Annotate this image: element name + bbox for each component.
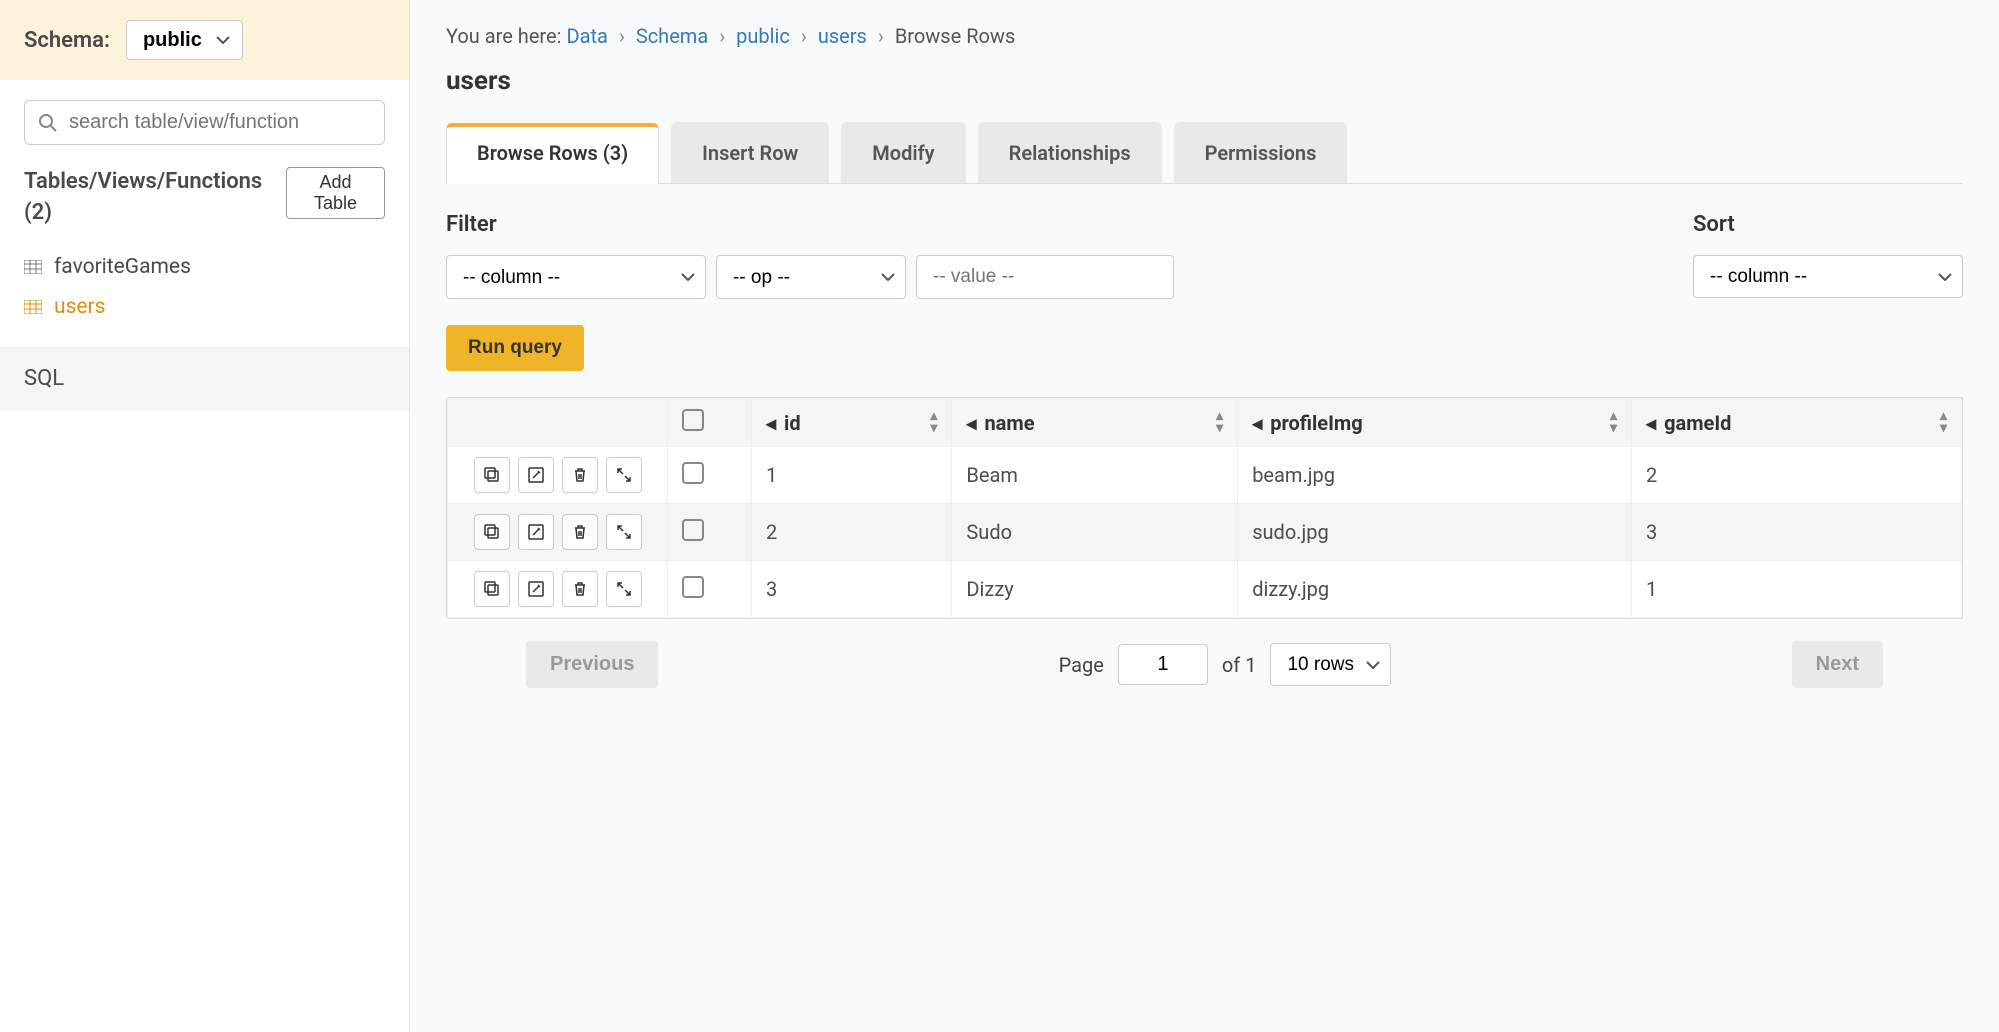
actions-header <box>448 399 668 447</box>
expand-icon[interactable] <box>606 457 642 493</box>
column-header-id[interactable]: ◂id▴▾ <box>752 399 952 447</box>
table-row: 3Dizzydizzy.jpg1 <box>448 561 1962 618</box>
filter-value-input[interactable] <box>916 255 1174 299</box>
select-all-header <box>668 399 752 447</box>
cell-name: Beam <box>952 447 1238 504</box>
breadcrumb-public[interactable]: public <box>736 24 790 48</box>
tables-header-title: Tables/Views/Functions (2) <box>24 167 286 229</box>
sort-section: Sort -- column -- <box>1693 212 1963 299</box>
expand-icon[interactable] <box>606 514 642 550</box>
page-of-label: of 1 <box>1222 653 1257 677</box>
cell-gameid: 2 <box>1632 447 1962 504</box>
sql-link[interactable]: SQL <box>0 347 409 410</box>
edit-icon[interactable] <box>518 457 554 493</box>
data-table: ◂id▴▾ ◂name▴▾ ◂profileImg▴▾ ◂gameId▴▾ 1 <box>446 397 1963 619</box>
table-icon <box>24 300 42 314</box>
chevron-right-icon: › <box>619 24 625 48</box>
caret-left-icon: ◂ <box>766 411 776 435</box>
tab-insert-row[interactable]: Insert Row <box>671 122 829 183</box>
table-row: 2Sudosudo.jpg3 <box>448 504 1962 561</box>
delete-icon[interactable] <box>562 571 598 607</box>
search-input[interactable] <box>24 100 385 145</box>
search-icon <box>38 113 58 133</box>
sort-column-select[interactable]: -- column -- <box>1693 255 1963 298</box>
page-input[interactable] <box>1118 644 1208 685</box>
filter-section: Filter -- column -- -- op -- <box>446 212 1174 299</box>
pager: Previous Page of 1 10 rows Next <box>446 641 1963 688</box>
sort-icon: ▴▾ <box>1940 411 1947 433</box>
clone-icon[interactable] <box>474 457 510 493</box>
tab-browse-rows[interactable]: Browse Rows (3) <box>446 123 659 184</box>
chevron-right-icon: › <box>878 24 884 48</box>
chevron-right-icon: › <box>801 24 807 48</box>
row-checkbox[interactable] <box>682 576 704 598</box>
edit-icon[interactable] <box>518 571 554 607</box>
table-list: favoriteGames users <box>0 233 409 347</box>
caret-left-icon: ◂ <box>1252 411 1262 435</box>
rows-per-page-select[interactable]: 10 rows <box>1270 643 1391 686</box>
page-title: users <box>446 66 1963 96</box>
sidebar-item-favoritegames[interactable]: favoriteGames <box>24 247 385 287</box>
cell-gameid: 1 <box>1632 561 1962 618</box>
breadcrumb-schema[interactable]: Schema <box>636 24 708 48</box>
breadcrumb-data[interactable]: Data <box>566 24 607 48</box>
tabs: Browse Rows (3) Insert Row Modify Relati… <box>446 122 1963 184</box>
cell-id: 2 <box>752 504 952 561</box>
main-content: You are here: Data › Schema › public › u… <box>410 0 1999 1032</box>
cell-profileimg: beam.jpg <box>1238 447 1632 504</box>
caret-left-icon: ◂ <box>1646 411 1656 435</box>
column-header-gameid[interactable]: ◂gameId▴▾ <box>1632 399 1962 447</box>
sort-icon: ▴▾ <box>1610 411 1617 433</box>
cell-id: 3 <box>752 561 952 618</box>
delete-icon[interactable] <box>562 514 598 550</box>
cell-profileimg: dizzy.jpg <box>1238 561 1632 618</box>
filter-label: Filter <box>446 212 1174 237</box>
tab-modify[interactable]: Modify <box>841 122 965 183</box>
cell-profileimg: sudo.jpg <box>1238 504 1632 561</box>
schema-bar: Schema: public <box>0 0 409 80</box>
breadcrumb-users[interactable]: users <box>818 24 867 48</box>
next-button[interactable]: Next <box>1792 641 1883 688</box>
filter-op-select[interactable]: -- op -- <box>716 255 906 299</box>
cell-id: 1 <box>752 447 952 504</box>
breadcrumb-prefix: You are here: <box>446 24 561 48</box>
breadcrumb-current: Browse Rows <box>895 24 1015 48</box>
filter-column-select[interactable]: -- column -- <box>446 255 706 299</box>
sidebar-item-label: users <box>54 295 106 319</box>
add-table-button[interactable]: Add Table <box>286 167 385 219</box>
clone-icon[interactable] <box>474 571 510 607</box>
caret-left-icon: ◂ <box>966 411 976 435</box>
table-icon <box>24 260 42 274</box>
tab-relationships[interactable]: Relationships <box>978 122 1162 183</box>
chevron-right-icon: › <box>719 24 725 48</box>
cell-name: Dizzy <box>952 561 1238 618</box>
column-header-profileimg[interactable]: ◂profileImg▴▾ <box>1238 399 1632 447</box>
sort-icon: ▴▾ <box>930 411 937 433</box>
table-row: 1Beambeam.jpg2 <box>448 447 1962 504</box>
sidebar-item-label: favoriteGames <box>54 255 191 279</box>
cell-gameid: 3 <box>1632 504 1962 561</box>
previous-button[interactable]: Previous <box>526 641 658 688</box>
sidebar-item-users[interactable]: users <box>24 287 385 327</box>
sort-label: Sort <box>1693 212 1963 237</box>
sidebar: Schema: public Tables/Views/Functions (2… <box>0 0 410 1032</box>
page-label: Page <box>1059 653 1104 677</box>
cell-name: Sudo <box>952 504 1238 561</box>
column-header-name[interactable]: ◂name▴▾ <box>952 399 1238 447</box>
schema-select[interactable]: public <box>126 20 243 60</box>
delete-icon[interactable] <box>562 457 598 493</box>
tab-permissions[interactable]: Permissions <box>1174 122 1348 183</box>
sort-icon: ▴▾ <box>1216 411 1223 433</box>
row-checkbox[interactable] <box>682 519 704 541</box>
expand-icon[interactable] <box>606 571 642 607</box>
run-query-button[interactable]: Run query <box>446 325 584 371</box>
clone-icon[interactable] <box>474 514 510 550</box>
schema-label: Schema: <box>24 28 110 53</box>
row-checkbox[interactable] <box>682 462 704 484</box>
select-all-checkbox[interactable] <box>682 409 704 431</box>
edit-icon[interactable] <box>518 514 554 550</box>
breadcrumb: You are here: Data › Schema › public › u… <box>446 24 1963 48</box>
